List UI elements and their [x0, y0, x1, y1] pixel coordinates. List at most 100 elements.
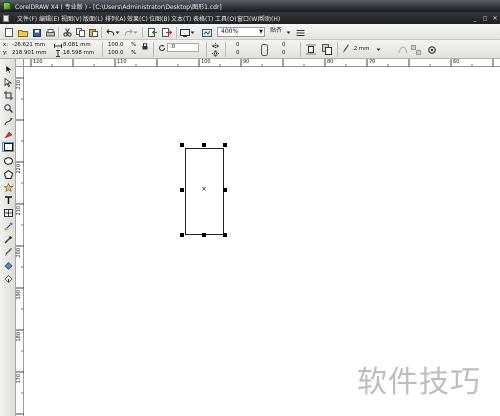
interactive-fill-tool-icon[interactable] [2, 273, 14, 283]
vertical-ruler[interactable]: 230 220 210 200 190 180 170 [16, 67, 24, 416]
menu-window[interactable]: 窗口(W) [237, 14, 260, 23]
text-tool-icon[interactable] [2, 195, 14, 205]
undo-dropdown-icon[interactable] [115, 28, 120, 37]
menu-help[interactable]: 帮助(H) [259, 14, 281, 23]
menu-effects[interactable]: 效果(C) [127, 14, 149, 23]
resize-handle-bottom-left[interactable] [180, 233, 184, 237]
zoom-level-select[interactable]: 400% ▼ [217, 27, 265, 37]
options-icon[interactable] [295, 28, 305, 37]
menu-bitmaps[interactable]: 位图(B) [149, 14, 171, 23]
ruler-tick-label: 220 [16, 164, 22, 174]
snap-to-menu[interactable]: 贴齐 [270, 26, 282, 36]
resize-handle-bottom[interactable] [202, 233, 206, 237]
welcome-screen-icon[interactable] [202, 28, 212, 37]
ruler-tick-label: 100 [201, 59, 211, 65]
basic-shapes-tool-icon[interactable] [2, 182, 14, 192]
application-launcher-icon[interactable] [180, 28, 190, 37]
menu-edit[interactable]: 编辑(E) [39, 14, 61, 23]
open-folder-icon[interactable] [18, 28, 28, 37]
launcher-dropdown-icon[interactable] [190, 28, 195, 37]
import-icon[interactable] [148, 28, 158, 37]
horizontal-ruler[interactable]: 120 110 100 90 80 70 60 [24, 59, 500, 67]
ruler-origin[interactable] [16, 59, 24, 67]
print-icon[interactable] [46, 28, 55, 37]
ellipse-tool-icon[interactable] [2, 156, 14, 166]
close-button[interactable]: ✕ [490, 15, 500, 22]
y-position-field[interactable]: 218.901 mm [12, 50, 47, 57]
rotation-icon [158, 44, 166, 52]
x-position-field[interactable]: -26.621 mm [12, 42, 45, 49]
round-corners-together-icon[interactable] [260, 43, 269, 56]
corner-bottom-right-field[interactable]: 0 [282, 50, 285, 57]
rotation-input[interactable]: .0 [167, 43, 199, 52]
cut-icon[interactable] [63, 28, 72, 37]
save-icon[interactable] [32, 28, 41, 37]
outline-width-field[interactable]: .2 mm [352, 46, 369, 53]
scale-y-field[interactable]: 100.0 [108, 50, 123, 57]
resize-handle-top-left[interactable] [180, 143, 184, 147]
freehand-tool-icon[interactable] [2, 116, 14, 126]
resize-handle-right[interactable] [223, 188, 227, 192]
height-icon [54, 50, 62, 57]
center-marker-icon[interactable]: × [201, 186, 207, 193]
menu-file[interactable]: 文件(F) [17, 14, 39, 23]
snap-dropdown-icon[interactable] [286, 28, 291, 37]
menu-text[interactable]: 文本(T) [171, 14, 193, 23]
mirror-vertical-icon[interactable] [211, 50, 220, 57]
ruler-tick-label: 70 [369, 59, 376, 65]
convert-to-curves-icon[interactable] [397, 43, 408, 56]
pick-tool-icon[interactable] [2, 64, 14, 74]
title-bar: CorelDRAW X4 ( 专业版 ) - [C:\Users\Adminis… [0, 0, 500, 12]
paste-icon[interactable] [89, 28, 98, 37]
ruler-tick-label: 210 [16, 206, 22, 216]
export-icon[interactable] [162, 28, 172, 37]
new-document-icon[interactable] [4, 28, 13, 37]
resize-handle-top-right[interactable] [223, 143, 227, 147]
table-tool-icon[interactable] [2, 208, 14, 218]
corner-bottom-left-field[interactable]: 0 [236, 50, 239, 57]
ruler-tick-label: 190 [16, 290, 22, 300]
height-field[interactable]: 18.598 mm [63, 50, 94, 57]
minimize-button[interactable]: _ [470, 15, 480, 22]
zoom-tool-icon[interactable] [2, 103, 14, 113]
copy-icon[interactable] [76, 28, 85, 37]
crop-tool-icon[interactable] [2, 90, 14, 100]
polygon-tool-icon[interactable] [2, 169, 14, 179]
corner-top-left-field[interactable]: 0 [236, 42, 239, 49]
coreldraw-app-icon [3, 2, 11, 10]
redo-icon[interactable] [124, 28, 133, 37]
fill-tool-icon[interactable] [2, 260, 14, 270]
undo-icon[interactable] [106, 28, 115, 37]
interactive-tool-icon[interactable] [2, 221, 14, 231]
wrap-paragraph-text-icon[interactable] [305, 43, 316, 56]
mirror-horizontal-icon[interactable] [211, 42, 220, 49]
scale-y-unit: % [131, 50, 137, 56]
menu-layout[interactable]: 版面(L) [83, 14, 105, 23]
lock-ratio-icon[interactable] [141, 43, 148, 50]
resize-handle-bottom-right[interactable] [223, 233, 227, 237]
ruler-tick-label: 90 [243, 59, 250, 65]
restore-button[interactable]: ◻ [480, 15, 490, 22]
menu-view[interactable]: 视图(V) [61, 14, 83, 23]
resize-handle-left[interactable] [180, 188, 184, 192]
rectangle-tool-icon[interactable] [2, 142, 14, 152]
shape-tool-icon[interactable] [2, 77, 14, 87]
corner-top-right-field[interactable]: 0 [282, 42, 285, 49]
menu-table[interactable]: 表格(T) [193, 14, 215, 23]
zoom-level-value: 400% [221, 28, 239, 35]
width-field[interactable]: 8.081 mm [63, 42, 91, 49]
ruler-tick-label: 170 [16, 374, 22, 384]
menu-arrange[interactable]: 排列(A) [105, 14, 127, 23]
scale-x-field[interactable]: 100.0 [108, 42, 123, 49]
break-apart-icon[interactable] [410, 43, 421, 56]
outline-tool-icon[interactable] [2, 247, 14, 257]
redo-dropdown-icon[interactable] [133, 28, 138, 37]
menu-tools[interactable]: 工具(O) [215, 14, 237, 23]
resize-handle-top[interactable] [202, 143, 206, 147]
smart-fill-tool-icon[interactable] [2, 129, 14, 139]
settings-gear-icon[interactable] [426, 43, 437, 56]
document-icon[interactable] [3, 14, 9, 22]
outline-width-dropdown-icon[interactable] [376, 46, 381, 52]
eyedropper-tool-icon[interactable] [2, 234, 14, 244]
to-front-icon[interactable] [321, 43, 332, 56]
